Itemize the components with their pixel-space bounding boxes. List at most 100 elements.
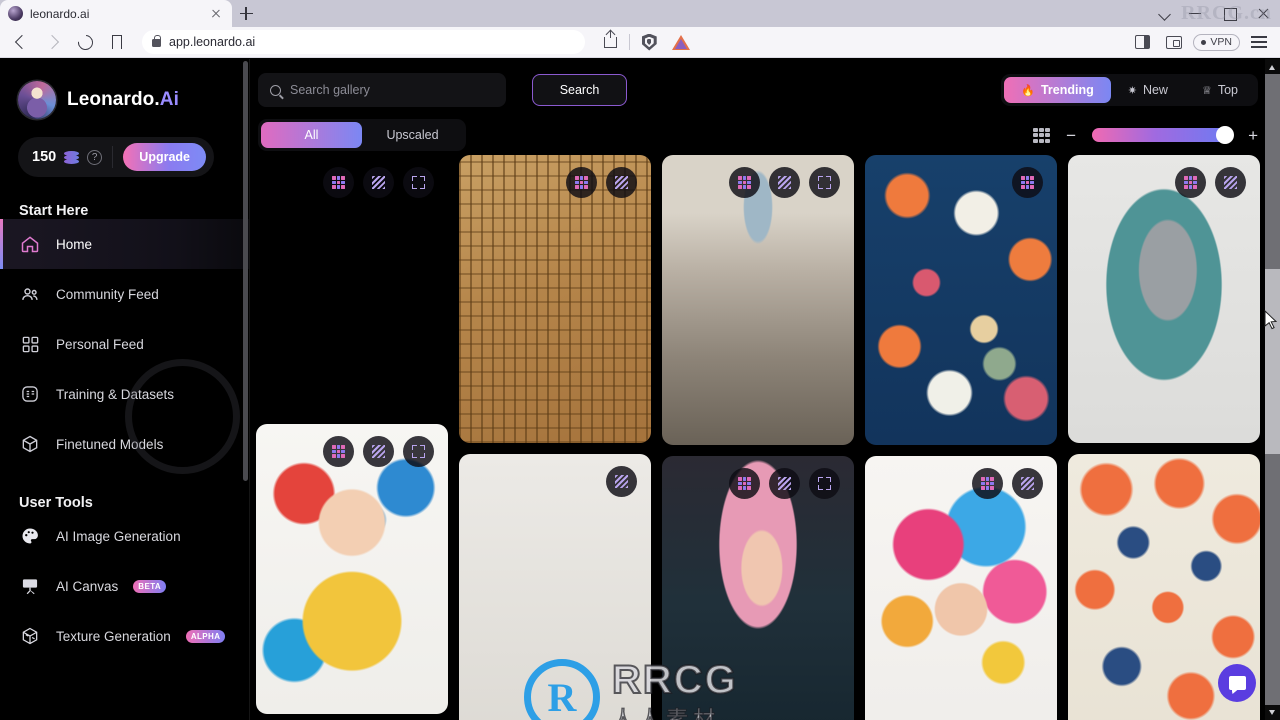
sidebar-item-home[interactable]: Home: [0, 219, 249, 269]
scroll-up-arrow-icon[interactable]: [1265, 59, 1280, 74]
forward-button[interactable]: [40, 29, 66, 55]
scroll-down-arrow-icon[interactable]: [1265, 705, 1280, 720]
expand-icon[interactable]: [809, 468, 840, 499]
filter-upscaled[interactable]: Upscaled: [362, 122, 463, 148]
minimize-button[interactable]: [1178, 0, 1212, 27]
filter-all[interactable]: All: [261, 122, 362, 148]
lines-icon[interactable]: [1012, 468, 1043, 499]
gallery-card-blue-haired-warrior[interactable]: [662, 155, 854, 445]
expand-icon[interactable]: [403, 167, 434, 198]
scrollbar-track-above[interactable]: [1265, 74, 1280, 269]
close-icon[interactable]: [208, 6, 224, 22]
lines-icon[interactable]: [769, 468, 800, 499]
window-close-button[interactable]: [1246, 0, 1280, 27]
zoom-out-button[interactable]: −: [1066, 127, 1076, 144]
zoom-slider-thumb[interactable]: [1216, 126, 1235, 144]
pixel-icon[interactable]: [1175, 167, 1206, 198]
brand-logo-block[interactable]: Leonardo.Ai: [0, 59, 249, 119]
page-scrollbar[interactable]: [1265, 59, 1280, 720]
vpn-button[interactable]: VPN: [1193, 33, 1240, 51]
lines-icon[interactable]: [363, 167, 394, 198]
tab-top[interactable]: ♕ Top: [1185, 77, 1255, 103]
tab-new[interactable]: ✷ New: [1111, 77, 1185, 103]
sidebar-item-texture-generation[interactable]: Texture Generation ALPHA: [0, 611, 249, 661]
sidebar-scrollbar-thumb[interactable]: [243, 61, 248, 481]
credit-amount: 150: [32, 149, 57, 165]
gallery-card-egyptian-hieroglyphs[interactable]: [459, 155, 651, 443]
gallery-card-rainbow-hair-doll-portrait[interactable]: [865, 456, 1057, 720]
card-action-bar: [323, 436, 434, 467]
sidebar-item-ai-canvas[interactable]: AI Canvas BETA: [0, 561, 249, 611]
card-action-bar: [729, 167, 840, 198]
search-button[interactable]: Search: [532, 74, 627, 106]
pixel-icon[interactable]: [729, 468, 760, 499]
toolbar-divider: [629, 34, 631, 50]
sidebar-item-community-feed[interactable]: Community Feed: [0, 269, 249, 319]
card-action-bar: [1175, 167, 1246, 198]
sidebar-item-label: Personal Feed: [56, 336, 144, 352]
search-field-wrapper[interactable]: [258, 73, 506, 107]
browser-tab[interactable]: leonardo.ai: [0, 0, 232, 27]
zoom-in-button[interactable]: +: [1248, 127, 1258, 144]
tab-search-chevron-down-icon[interactable]: [1152, 0, 1178, 27]
maximize-button[interactable]: [1212, 0, 1246, 27]
brave-rewards-button[interactable]: [668, 29, 694, 55]
pixel-icon[interactable]: [566, 167, 597, 198]
palette-icon: [19, 525, 41, 547]
sidebar-item-ai-image-generation[interactable]: AI Image Generation: [0, 511, 249, 561]
back-button[interactable]: [8, 29, 34, 55]
address-bar[interactable]: app.leonardo.ai: [142, 30, 586, 54]
sidebar-item-label: Texture Generation: [56, 628, 171, 644]
share-button[interactable]: [597, 29, 623, 55]
lines-icon[interactable]: [606, 466, 637, 497]
gallery-card-orange-floral-pattern-dark[interactable]: [865, 155, 1057, 445]
lines-icon[interactable]: [606, 167, 637, 198]
pixel-icon[interactable]: [323, 436, 354, 467]
new-tab-button[interactable]: [232, 0, 260, 27]
credits-bar: 150 ? Upgrade: [18, 137, 214, 177]
gallery-card-pink-haired-fantasy-portrait[interactable]: [662, 456, 854, 720]
vpn-status-dot-icon: [1201, 39, 1207, 45]
gallery-column: [1068, 155, 1260, 720]
brave-triangle-icon: [672, 34, 691, 50]
browser-toolbar: app.leonardo.ai VPN: [0, 27, 1280, 58]
masonry-columns: [256, 155, 1260, 720]
scrollbar-thumb[interactable]: [1265, 269, 1280, 454]
expand-icon[interactable]: [403, 436, 434, 467]
gallery-card-lion-sunglasses-watercolor[interactable]: [256, 155, 448, 413]
gallery-card-koala-on-bicycle[interactable]: [1068, 155, 1260, 443]
tab-trending[interactable]: 🔥 Trending: [1004, 77, 1111, 103]
pixel-icon[interactable]: [972, 468, 1003, 499]
gallery-column: [459, 155, 651, 720]
chat-support-button[interactable]: [1218, 664, 1256, 702]
gallery-card-character-sheet-warrior-woman[interactable]: [459, 454, 651, 720]
lines-icon[interactable]: [363, 436, 394, 467]
pixel-icon[interactable]: [729, 167, 760, 198]
sidebar-item-personal-feed[interactable]: Personal Feed: [0, 319, 249, 369]
gallery-card-girl-glasses-rainbow-hoodie[interactable]: [256, 424, 448, 714]
sidebar-item-label: AI Image Generation: [56, 528, 181, 544]
card-action-bar: [606, 466, 637, 497]
zoom-slider[interactable]: [1092, 126, 1235, 144]
bookmark-button[interactable]: [104, 29, 130, 56]
panel-icon: [1134, 35, 1150, 49]
brave-shields-button[interactable]: [636, 29, 662, 55]
pixel-icon[interactable]: [1012, 167, 1043, 198]
sidebar-panel-button[interactable]: [1129, 29, 1155, 55]
gallery-column: [865, 155, 1057, 720]
wallet-button[interactable]: [1161, 29, 1187, 55]
search-input[interactable]: [290, 83, 494, 97]
pixel-icon[interactable]: [323, 167, 354, 198]
lines-icon[interactable]: [1215, 167, 1246, 198]
reload-button[interactable]: [72, 29, 98, 55]
upgrade-button[interactable]: Upgrade: [123, 143, 206, 171]
sidebar-item-training-datasets[interactable]: Training & Datasets: [0, 369, 249, 419]
scrollbar-track-below[interactable]: [1265, 454, 1280, 705]
sidebar-item-finetuned-models[interactable]: Finetuned Models: [0, 419, 249, 469]
help-icon[interactable]: ?: [87, 149, 103, 165]
browser-menu-button[interactable]: [1246, 29, 1272, 55]
expand-icon[interactable]: [809, 167, 840, 198]
card-action-bar: [972, 468, 1043, 499]
lines-icon[interactable]: [769, 167, 800, 198]
grid-density-icon[interactable]: [1033, 127, 1051, 143]
